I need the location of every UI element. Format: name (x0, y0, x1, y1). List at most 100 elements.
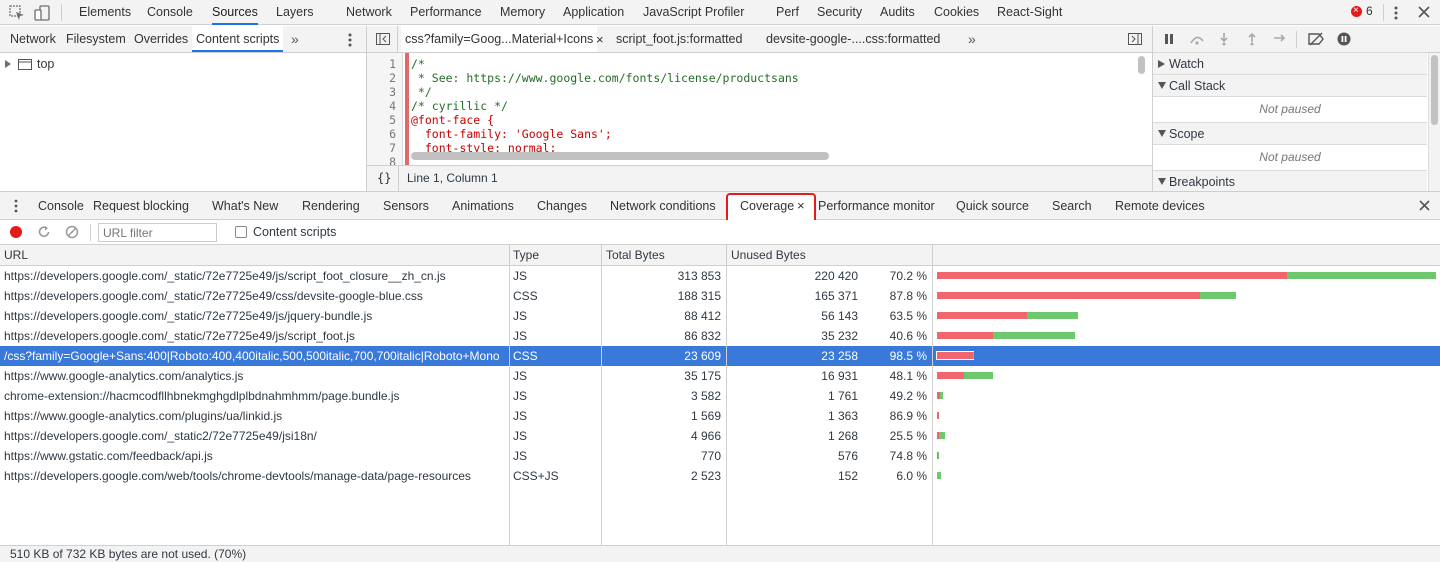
table-row[interactable]: https://developers.google.com/_static2/7… (0, 426, 1440, 446)
table-row[interactable]: https://developers.google.com/_static/72… (0, 306, 1440, 326)
row-unused-percent: 98.5 % (889, 349, 927, 363)
step-over-icon[interactable] (1189, 33, 1205, 45)
drawer-tab-network-conditions[interactable]: Network conditions (610, 192, 716, 220)
column-divider[interactable] (932, 245, 933, 545)
close-tab-icon[interactable]: × (596, 32, 604, 47)
tab-cookies[interactable]: Cookies (934, 0, 979, 25)
drawer-tab-rendering[interactable]: Rendering (302, 192, 360, 220)
close-devtools-icon[interactable] (1417, 5, 1431, 19)
clear-icon[interactable] (65, 225, 79, 239)
table-row[interactable]: https://developers.google.com/_static/72… (0, 286, 1440, 306)
reload-icon[interactable] (37, 225, 51, 239)
tree-item-top[interactable]: top (37, 57, 54, 71)
close-coverage-tab-icon[interactable]: × (797, 198, 805, 213)
editor-tab-devsite-google[interactable]: devsite-google-....css:formatted (766, 26, 940, 52)
toggle-navigator-icon[interactable] (376, 33, 390, 45)
column-divider[interactable] (601, 245, 602, 545)
pause-on-exceptions-icon[interactable] (1337, 32, 1351, 46)
drawer-tab-performance-monitor[interactable]: Performance monitor (818, 192, 935, 220)
vertical-scrollbar[interactable] (1138, 56, 1145, 74)
drawer-tab-whats-new[interactable]: What's New (212, 192, 278, 220)
row-total-bytes: 1 569 (690, 409, 721, 423)
tab-elements[interactable]: Elements (79, 0, 131, 25)
column-divider[interactable] (509, 245, 510, 545)
horizontal-scrollbar[interactable] (411, 152, 829, 160)
navigator-tab-content-scripts[interactable]: Content scripts (192, 26, 284, 52)
pretty-print-button[interactable]: {} (377, 171, 391, 185)
step-out-icon[interactable] (1247, 32, 1257, 46)
row-url: https://www.gstatic.com/feedback/api.js (4, 449, 213, 463)
close-drawer-icon[interactable] (1418, 199, 1431, 212)
drawer-tab-changes[interactable]: Changes (537, 192, 587, 220)
column-header-total-bytes[interactable]: Total Bytes (602, 245, 727, 266)
table-row[interactable]: https://developers.google.com/_static/72… (0, 326, 1440, 346)
record-icon[interactable] (10, 226, 22, 238)
coverage-toolbar: Content scripts (0, 220, 1440, 245)
code-editor[interactable]: 1 2 3 4 5 6 7 8 /* * See: https://www.go… (367, 53, 1152, 165)
table-row[interactable]: https://www.gstatic.com/feedback/api.js J… (0, 446, 1440, 466)
row-unused-percent: 49.2 % (889, 389, 927, 403)
tab-performance[interactable]: Performance (410, 0, 482, 25)
column-divider[interactable] (726, 245, 727, 545)
call-stack-not-paused: Not paused (1259, 102, 1321, 116)
navigator-tab-filesystem[interactable]: Filesystem (66, 26, 126, 52)
navigator-tab-overrides[interactable]: Overrides (134, 26, 188, 52)
tab-memory[interactable]: Memory (500, 0, 545, 25)
drawer-tab-coverage[interactable]: Coverage (740, 192, 794, 220)
step-into-icon[interactable] (1219, 32, 1229, 46)
error-count[interactable]: 6 (1366, 4, 1373, 18)
drawer-tab-request-blocking[interactable]: Request blocking (93, 192, 189, 220)
debugger-scroll-track[interactable] (1428, 53, 1440, 191)
table-row[interactable]: https://www.google-analytics.com/analyti… (0, 366, 1440, 386)
url-filter-input[interactable] (98, 223, 217, 242)
table-row[interactable]: /css?family=Google+Sans:400|Roboto:400,4… (0, 346, 1440, 366)
breakpoints-section-header[interactable]: Breakpoints (1153, 170, 1427, 193)
column-header-type[interactable]: Type (509, 245, 602, 266)
tab-console[interactable]: Console (147, 0, 193, 25)
expand-arrow-icon[interactable] (4, 60, 12, 68)
tab-perf[interactable]: Perf (776, 0, 799, 25)
column-header-unused-bytes[interactable]: Unused Bytes (727, 245, 933, 266)
table-row[interactable]: https://developers.google.com/web/tools/… (0, 466, 1440, 486)
watch-section-header[interactable]: Watch (1153, 52, 1427, 75)
step-icon[interactable] (1273, 33, 1287, 43)
tab-sources[interactable]: Sources (212, 0, 258, 25)
column-header-usage-visualization (933, 245, 1440, 266)
table-row[interactable]: https://developers.google.com/_static/72… (0, 266, 1440, 286)
tab-audits[interactable]: Audits (880, 0, 915, 25)
navigator-tab-network[interactable]: Network (10, 26, 56, 52)
column-header-url[interactable]: URL (0, 245, 509, 266)
editor-tab-script-foot[interactable]: script_foot.js:formatted (616, 26, 742, 52)
drawer-menu-icon[interactable] (12, 199, 20, 215)
table-row[interactable]: https://www.google-analytics.com/plugins… (0, 406, 1440, 426)
tab-application[interactable]: Application (563, 0, 624, 25)
content-scripts-checkbox[interactable] (235, 226, 247, 238)
drawer-tab-quick-source[interactable]: Quick source (956, 192, 1029, 220)
debugger-scrollbar[interactable] (1431, 55, 1438, 125)
customize-menu-icon[interactable] (1392, 5, 1400, 21)
pause-icon[interactable] (1164, 34, 1174, 44)
navigator-menu-icon[interactable] (346, 32, 354, 48)
tab-javascript-profiler[interactable]: JavaScript Profiler (643, 0, 744, 25)
deactivate-breakpoints-icon[interactable] (1307, 32, 1325, 46)
tab-network[interactable]: Network (346, 0, 392, 25)
inspect-element-icon[interactable] (9, 5, 25, 21)
table-row[interactable]: chrome-extension://hacmcodfllhbnekmghgdl… (0, 386, 1440, 406)
call-stack-section-header[interactable]: Call Stack (1153, 74, 1427, 97)
editor-tab-css-family[interactable]: css?family=Goog...Material+Icons (401, 26, 598, 52)
toggle-debugger-icon[interactable] (1128, 33, 1142, 45)
drawer-tab-console[interactable]: Console (38, 192, 84, 220)
drawer-tab-sensors[interactable]: Sensors (383, 192, 429, 220)
drawer-tab-animations[interactable]: Animations (452, 192, 514, 220)
code-line: /* (411, 57, 425, 71)
tab-layers[interactable]: Layers (276, 0, 314, 25)
drawer-tab-search[interactable]: Search (1052, 192, 1092, 220)
tab-security[interactable]: Security (817, 0, 862, 25)
more-tabs-icon[interactable]: » (291, 31, 299, 47)
drawer-tab-remote-devices[interactable]: Remote devices (1115, 192, 1205, 220)
tab-react-sight[interactable]: React-Sight (997, 0, 1062, 25)
line-gutter: 1 2 3 4 5 6 7 8 (367, 53, 403, 165)
scope-section-header[interactable]: Scope (1153, 122, 1427, 145)
more-editor-tabs-icon[interactable]: » (968, 31, 976, 47)
device-toolbar-icon[interactable] (34, 5, 50, 21)
